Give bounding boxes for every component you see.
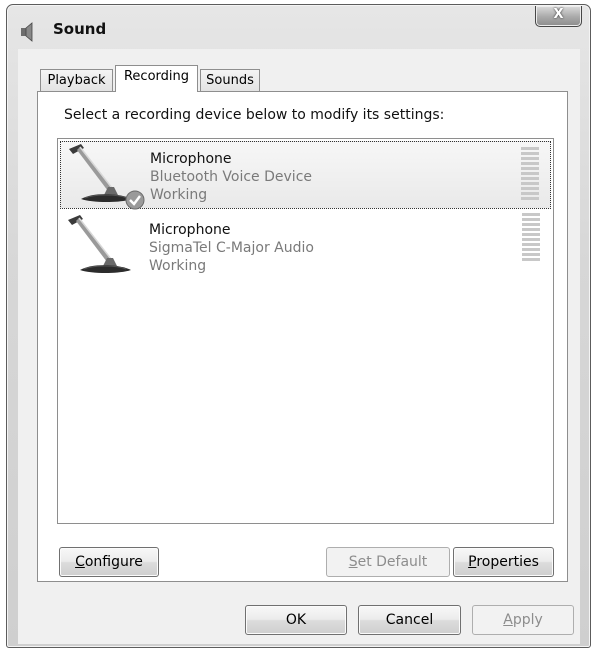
recording-device-list[interactable]: Microphone Bluetooth Voice Device Workin… (57, 138, 554, 524)
apply-button[interactable]: Apply (472, 605, 574, 635)
recording-tab-panel: Select a recording device below to modif… (37, 91, 568, 582)
apply-mnemonic: A (503, 612, 513, 628)
set-default-label: et Default (357, 554, 428, 570)
microphone-icon (68, 215, 131, 273)
configure-label: onfigure (84, 554, 143, 570)
device-description: SigmaTel C-Major Audio (149, 240, 314, 256)
configure-mnemonic: C (75, 554, 85, 570)
configure-button[interactable]: Configure (59, 547, 159, 577)
close-icon: X (553, 7, 564, 22)
ok-label: OK (285, 612, 307, 628)
tab-recording-label: Recording (123, 69, 190, 84)
tab-playback-label: Playback (47, 73, 106, 88)
device-description: Bluetooth Voice Device (150, 169, 312, 185)
speaker-icon (21, 22, 33, 42)
device-status: Working (150, 187, 208, 203)
apply-label: pply (512, 612, 543, 628)
tab-sounds[interactable]: Sounds (200, 69, 260, 92)
properties-button[interactable]: Properties (453, 547, 554, 577)
set-default-mnemonic: S (348, 554, 358, 570)
tab-recording[interactable]: Recording (115, 65, 198, 92)
cancel-label: Cancel (385, 612, 434, 628)
device-status: Working (149, 258, 207, 274)
tab-playback[interactable]: Playback (40, 69, 113, 92)
level-meter (521, 147, 539, 203)
cancel-button[interactable]: Cancel (358, 605, 461, 635)
dialog-client-area: Playback Recording Sounds Select a recor… (18, 49, 580, 644)
device-name: Microphone (150, 151, 232, 167)
level-meter (522, 213, 540, 269)
tab-sounds-label: Sounds (206, 73, 254, 88)
properties-label: roperties (476, 554, 539, 570)
device-row[interactable]: Microphone SigmaTel C-Major Audio Workin… (60, 213, 551, 281)
checkmark-icon (125, 190, 145, 210)
sound-dialog-window: Sound X Playback Recording Sounds Select… (6, 4, 591, 648)
title-bar[interactable]: Sound X (7, 5, 590, 49)
window-title: Sound (53, 20, 107, 38)
set-default-button[interactable]: Set Default (326, 547, 450, 577)
device-name: Microphone (149, 222, 231, 238)
device-row[interactable]: Microphone Bluetooth Voice Device Workin… (60, 141, 551, 210)
close-button[interactable]: X (535, 6, 582, 27)
instruction-text: Select a recording device below to modif… (64, 107, 445, 123)
ok-button[interactable]: OK (245, 605, 347, 635)
